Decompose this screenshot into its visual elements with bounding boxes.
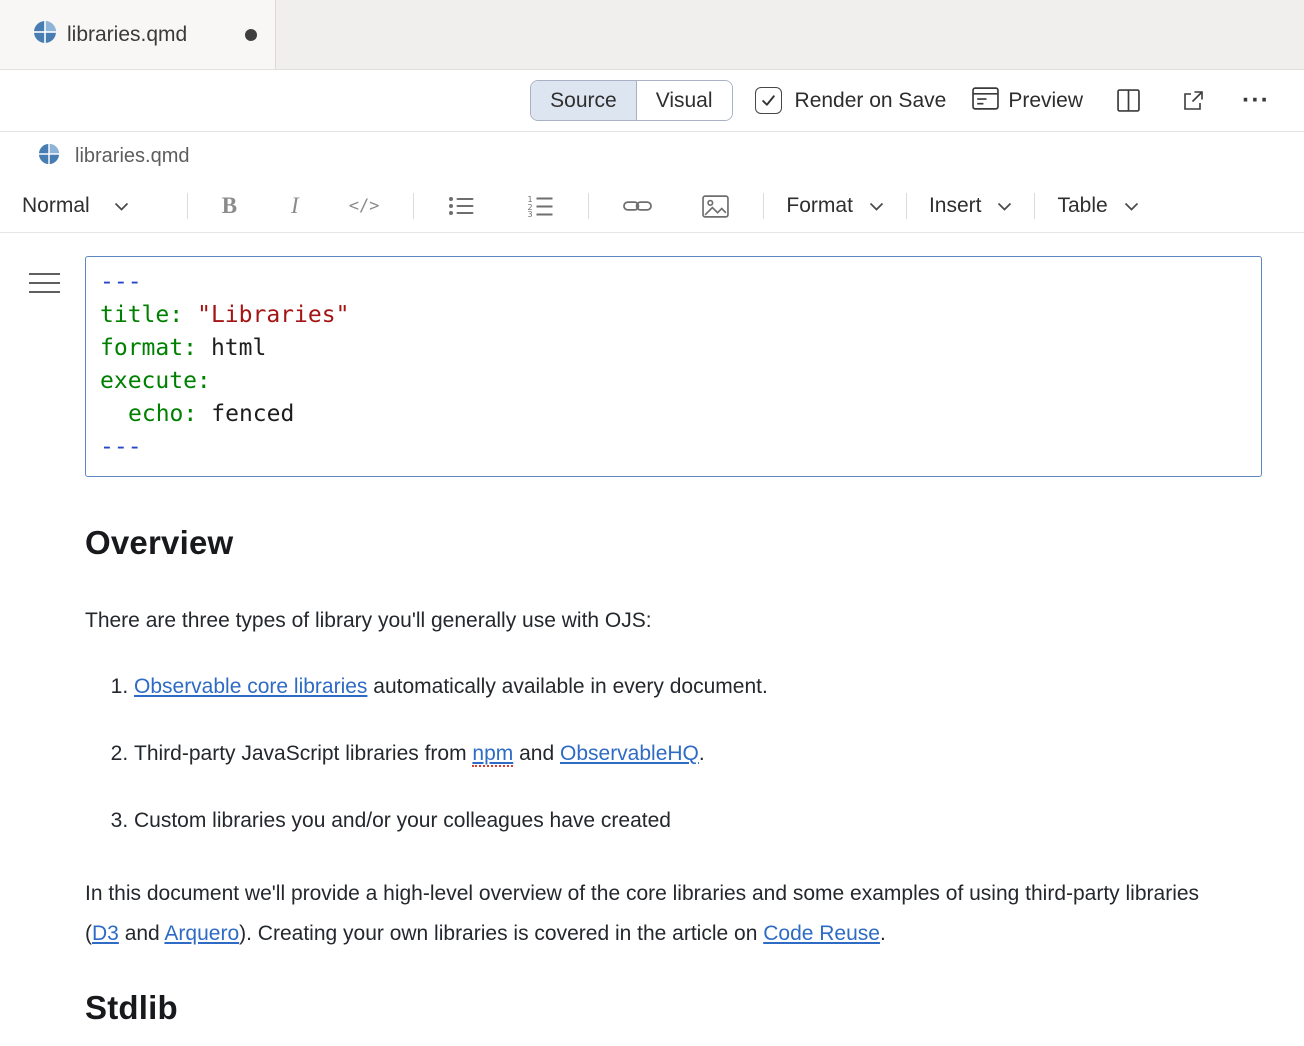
toolbar-separator xyxy=(906,193,907,219)
paragraph-style-label: Normal xyxy=(22,194,90,218)
yaml-line: --- xyxy=(100,266,1247,299)
yaml-front-matter-block[interactable]: --- title:"Libraries" format:html execut… xyxy=(85,256,1262,477)
breadcrumb[interactable]: libraries.qmd xyxy=(0,132,1304,180)
bulleted-list-icon xyxy=(448,196,475,216)
chevron-down-icon xyxy=(997,202,1012,211)
visual-editor-document: --- title:"Libraries" format:html execut… xyxy=(0,256,1304,1028)
link-code-reuse[interactable]: Code Reuse xyxy=(763,922,880,945)
tab-libraries-qmd[interactable]: libraries.qmd xyxy=(0,0,276,69)
render-on-save-label: Render on Save xyxy=(795,89,947,113)
unsaved-indicator-dot[interactable] xyxy=(245,29,257,41)
heading-stdlib: Stdlib xyxy=(85,988,1262,1028)
closing-paragraph: In this document we'll provide a high-le… xyxy=(85,874,1235,954)
yaml-line: --- xyxy=(100,431,1247,464)
link-observablehq[interactable]: ObservableHQ xyxy=(560,742,699,765)
quarto-icon xyxy=(38,143,60,170)
check-icon xyxy=(760,92,777,109)
link-d3[interactable]: D3 xyxy=(92,922,119,945)
render-on-save-checkbox[interactable] xyxy=(755,87,782,114)
link-observable-core-libraries[interactable]: Observable core libraries xyxy=(134,675,367,698)
editor-tab-bar: libraries.qmd xyxy=(0,0,1304,70)
list-item-core-libraries: Observable core libraries automatically … xyxy=(134,673,1235,700)
yaml-line: echo:fenced xyxy=(100,398,1247,431)
paragraph-style-select[interactable]: Normal xyxy=(22,194,129,218)
toolbar-separator xyxy=(1034,193,1035,219)
numbered-list-icon: 1 2 3 xyxy=(527,195,554,217)
source-visual-toggle: Source Visual xyxy=(530,80,732,121)
more-actions-button[interactable]: ··· xyxy=(1242,86,1270,115)
chevron-down-icon xyxy=(114,202,129,211)
toolbar-separator xyxy=(763,193,764,219)
numbered-list-button[interactable]: 1 2 3 xyxy=(515,195,566,217)
preview-label: Preview xyxy=(1008,89,1083,113)
svg-text:3: 3 xyxy=(528,210,533,217)
format-menu-label: Format xyxy=(786,194,853,218)
heading-overview: Overview xyxy=(85,523,1262,563)
source-mode-button[interactable]: Source xyxy=(531,81,636,120)
open-external-icon xyxy=(1182,90,1204,112)
bold-button[interactable]: B xyxy=(210,193,249,219)
editor-action-bar: Source Visual Render on Save Preview xyxy=(0,70,1304,132)
insert-menu-label: Insert xyxy=(929,194,982,218)
toolbar-separator xyxy=(413,193,414,219)
list-item-custom-libraries: Custom libraries you and/or your colleag… xyxy=(134,807,1235,834)
intro-paragraph: There are three types of library you'll … xyxy=(85,606,1235,636)
yaml-line: format:html xyxy=(100,332,1247,365)
list-item-third-party: Third-party JavaScript libraries from np… xyxy=(134,740,1235,767)
code-button[interactable]: </> xyxy=(337,196,392,216)
yaml-line: title:"Libraries" xyxy=(100,299,1247,332)
link-icon xyxy=(623,198,652,214)
render-on-save-control[interactable]: Render on Save xyxy=(755,87,947,114)
table-menu-label: Table xyxy=(1057,194,1107,218)
format-menu[interactable]: Format xyxy=(786,194,884,218)
italic-button[interactable]: I xyxy=(279,193,311,219)
chevron-down-icon xyxy=(869,202,884,211)
quarto-icon xyxy=(33,20,57,49)
block-menu-handle[interactable] xyxy=(28,270,61,301)
image-button[interactable] xyxy=(690,195,741,218)
library-types-list: Observable core libraries automatically … xyxy=(85,673,1235,834)
image-icon xyxy=(702,195,729,218)
toolbar-separator xyxy=(187,193,188,219)
visual-mode-button[interactable]: Visual xyxy=(636,81,732,120)
split-editor-button[interactable] xyxy=(1117,89,1140,112)
toolbar-separator xyxy=(588,193,589,219)
bulleted-list-button[interactable] xyxy=(436,196,487,216)
intro-text: There are three types of library you'll … xyxy=(85,609,652,632)
table-menu[interactable]: Table xyxy=(1057,194,1138,218)
chevron-down-icon xyxy=(1124,202,1139,211)
link-npm[interactable]: npm xyxy=(472,742,513,767)
format-toolbar: Normal B I </> 1 2 3 Form xyxy=(0,180,1304,233)
insert-menu[interactable]: Insert xyxy=(929,194,1013,218)
tab-title: libraries.qmd xyxy=(67,23,187,47)
preview-button[interactable]: Preview xyxy=(972,86,1083,116)
open-external-button[interactable] xyxy=(1182,90,1204,112)
breadcrumb-filename: libraries.qmd xyxy=(75,145,189,168)
hamburger-icon xyxy=(28,270,61,296)
link-button[interactable] xyxy=(611,198,664,214)
link-arquero[interactable]: Arquero xyxy=(164,922,239,945)
preview-icon xyxy=(972,86,999,116)
split-editor-icon xyxy=(1117,89,1140,112)
yaml-line: execute: xyxy=(100,365,1247,398)
